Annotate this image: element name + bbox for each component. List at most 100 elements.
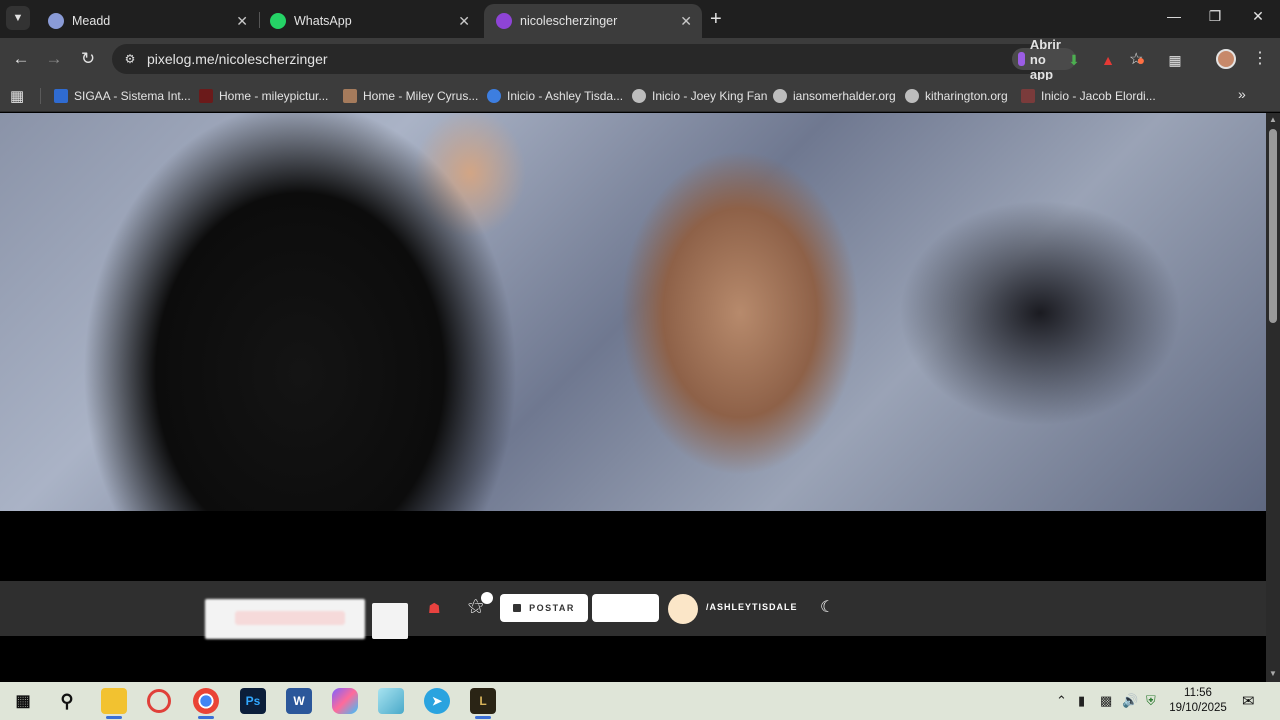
sigaa-favicon-icon: [54, 89, 68, 103]
logo-mark: [235, 611, 345, 625]
post-button[interactable]: POSTAR: [500, 594, 588, 622]
globe-icon: [773, 89, 787, 103]
post-label: POSTAR: [529, 603, 575, 613]
file-explorer-icon[interactable]: [101, 688, 127, 714]
close-window-button[interactable]: ✕: [1246, 8, 1270, 25]
copilot-icon[interactable]: [332, 688, 358, 714]
download-extension-icon[interactable]: ⬇: [1064, 50, 1084, 70]
bookmark-label: SIGAA - Sistema Int...: [74, 89, 191, 103]
tab-strip: ▼ Meadd ✕ WhatsApp ✕ nicolescherzinger ✕…: [0, 0, 1280, 38]
scroll-down-icon[interactable]: ▼: [1269, 669, 1277, 678]
url-text[interactable]: pixelog.me/nicolescherzinger: [147, 51, 328, 67]
league-of-legends-icon[interactable]: L: [470, 688, 496, 714]
taskbar-clock[interactable]: 11:56 19/10/2025: [1168, 686, 1228, 716]
tab-nicolescherzinger[interactable]: nicolescherzinger ✕: [484, 4, 702, 38]
bookmarks-bar: ▦ SIGAA - Sistema Int... Home - mileypic…: [0, 80, 1280, 112]
active-indicator: [198, 716, 214, 719]
tab-title: WhatsApp: [294, 14, 352, 28]
tab-whatsapp[interactable]: WhatsApp ✕: [258, 4, 480, 38]
bookmark-kitharington[interactable]: kitharington.org: [905, 86, 1008, 106]
bookmark-label: kitharington.org: [925, 89, 1008, 103]
site-settings-icon[interactable]: ⚙: [122, 51, 138, 67]
battery-icon[interactable]: ▮: [1078, 693, 1085, 709]
active-indicator: [475, 716, 491, 719]
fire-extension-icon[interactable]: ●: [1131, 50, 1151, 70]
site-header: ☗ ⚝ POSTAR /ASHLEYTISDALE ☾: [0, 581, 1266, 639]
bookmark-label: iansomerhalder.org: [793, 89, 896, 103]
scroll-thumb[interactable]: [1269, 129, 1277, 323]
bookmark-iansomerhalder[interactable]: iansomerhalder.org: [773, 86, 896, 106]
active-indicator: [106, 716, 122, 719]
bookmark-joeyking[interactable]: Inicio - Joey King Fan: [632, 86, 767, 106]
windows-taskbar: ▦ ⚲ Ps W ➤ L ⌃ ▮ ▩ 🔊 ⛨ 11:56 19/10/2025 …: [0, 682, 1280, 720]
page-scrollbar[interactable]: ▲ ▼: [1266, 113, 1280, 682]
moon-icon[interactable]: ☾: [820, 597, 834, 617]
bookmark-mileycyrus[interactable]: Home - Miley Cyrus...: [343, 86, 478, 106]
bookmark-ashleytisdale[interactable]: Inicio - Ashley Tisda...: [487, 86, 623, 106]
scroll-up-icon[interactable]: ▲: [1269, 115, 1277, 124]
meadd-favicon-icon: [48, 13, 64, 29]
search-icon[interactable]: ⚲: [54, 688, 80, 714]
notifications-icon[interactable]: ✉: [1242, 692, 1255, 710]
user-avatar[interactable]: [668, 594, 698, 624]
ashleytisdale-favicon-icon: [487, 89, 501, 103]
profile-avatar[interactable]: [1216, 49, 1236, 69]
network-icon[interactable]: ▩: [1100, 693, 1112, 709]
globe-icon: [632, 89, 646, 103]
address-bar[interactable]: ⚙ pixelog.me/nicolescherzinger Abrir no …: [112, 37, 1143, 82]
home-icon[interactable]: ☗: [428, 600, 441, 617]
blank-button[interactable]: [592, 594, 659, 622]
browser-toolbar: ← → ↻ ⚙ pixelog.me/nicolescherzinger Abr…: [0, 37, 1280, 82]
windows-start-icon[interactable]: ▦: [10, 688, 36, 714]
divider: [40, 88, 41, 104]
chevron-up-icon[interactable]: ⌃: [1056, 693, 1067, 709]
back-button[interactable]: ←: [10, 48, 32, 70]
app-icon[interactable]: [378, 688, 404, 714]
arrow-right-icon: →: [45, 49, 63, 68]
apps-grid-icon[interactable]: ▦: [10, 87, 24, 105]
extensions-puzzle-icon[interactable]: ▦: [1165, 50, 1185, 70]
mileypictures-favicon-icon: [199, 89, 213, 103]
telegram-icon[interactable]: ➤: [424, 688, 450, 714]
minimize-button[interactable]: —: [1162, 8, 1186, 24]
bookmark-label: Inicio - Ashley Tisda...: [507, 89, 624, 103]
reload-button[interactable]: ↻: [77, 48, 99, 70]
jacobelordi-favicon-icon: [1021, 89, 1035, 103]
username-link[interactable]: /ASHLEYTISDALE: [706, 602, 798, 612]
bookmark-sigaa[interactable]: SIGAA - Sistema Int...: [54, 86, 191, 106]
photoshop-icon[interactable]: Ps: [240, 688, 266, 714]
restore-button[interactable]: ❐: [1203, 8, 1227, 25]
bookmark-jacobelordi[interactable]: Inicio - Jacob Elordi...: [1021, 86, 1156, 106]
app-icon: [1018, 52, 1025, 66]
forward-button[interactable]: →: [43, 48, 65, 70]
close-icon[interactable]: ✕: [236, 13, 248, 30]
reload-icon: ↻: [80, 49, 96, 68]
globe-icon: [905, 89, 919, 103]
bookmark-mileypictures[interactable]: Home - mileypictur...: [199, 86, 328, 106]
page-content: ☗ ⚝ POSTAR /ASHLEYTISDALE ☾: [0, 113, 1266, 682]
hero-image: [0, 113, 1266, 511]
chrome-icon[interactable]: [193, 688, 219, 714]
bookmark-label: Inicio - Jacob Elordi...: [1041, 89, 1156, 103]
arrow-left-icon: ←: [12, 49, 30, 68]
mileycyrus-favicon-icon: [343, 89, 357, 103]
opera-icon[interactable]: [147, 689, 171, 713]
site-logo-badge: [372, 603, 408, 639]
tab-search-button[interactable]: ▼: [6, 6, 30, 30]
image-icon: [513, 604, 522, 612]
close-icon[interactable]: ✕: [680, 13, 692, 30]
chevron-double-right-icon[interactable]: »: [1238, 86, 1246, 102]
menu-kebab-icon[interactable]: ⋮: [1252, 48, 1268, 68]
close-icon[interactable]: ✕: [458, 13, 470, 30]
volume-icon[interactable]: 🔊: [1122, 693, 1138, 709]
word-icon[interactable]: W: [286, 688, 312, 714]
security-shield-icon[interactable]: ⛨: [1146, 693, 1156, 709]
open-app-label: Abrir no app: [1029, 36, 1061, 82]
bookmark-label: Home - mileypictur...: [219, 89, 329, 103]
tab-meadd[interactable]: Meadd ✕: [36, 4, 258, 38]
new-tab-button[interactable]: +: [710, 8, 722, 30]
bookmark-label: Inicio - Joey King Fan: [652, 89, 768, 103]
whatsapp-favicon-icon: [270, 13, 286, 29]
site-logo[interactable]: [205, 599, 365, 639]
pdf-extension-icon[interactable]: ▲: [1098, 50, 1118, 70]
